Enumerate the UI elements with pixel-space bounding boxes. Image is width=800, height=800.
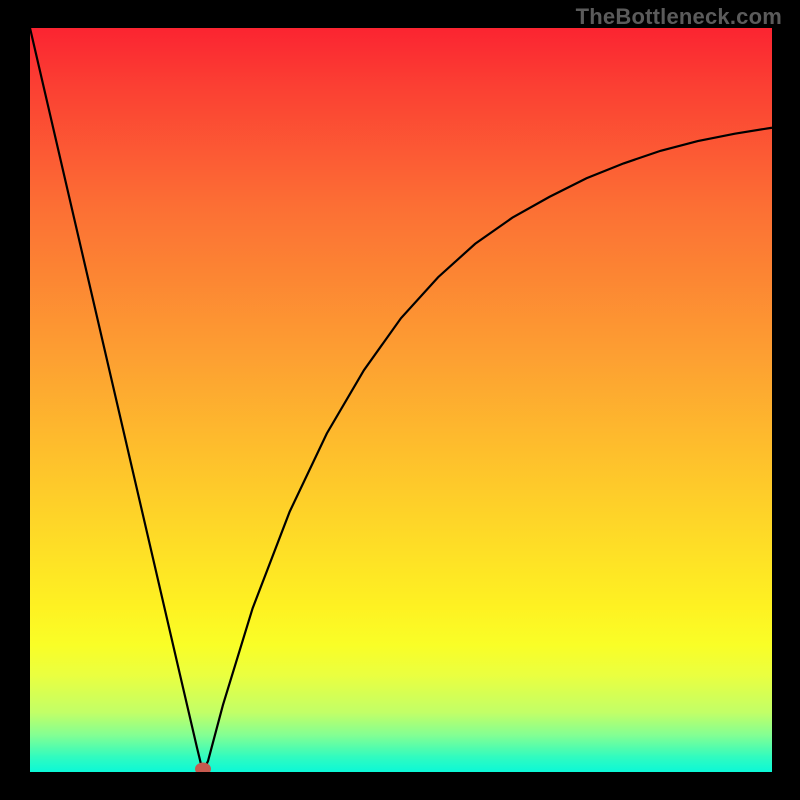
watermark-text: TheBottleneck.com <box>576 4 782 30</box>
plot-area <box>30 28 772 772</box>
chart-frame: TheBottleneck.com <box>0 0 800 800</box>
minimum-marker <box>195 763 211 772</box>
bottleneck-curve <box>30 28 772 772</box>
